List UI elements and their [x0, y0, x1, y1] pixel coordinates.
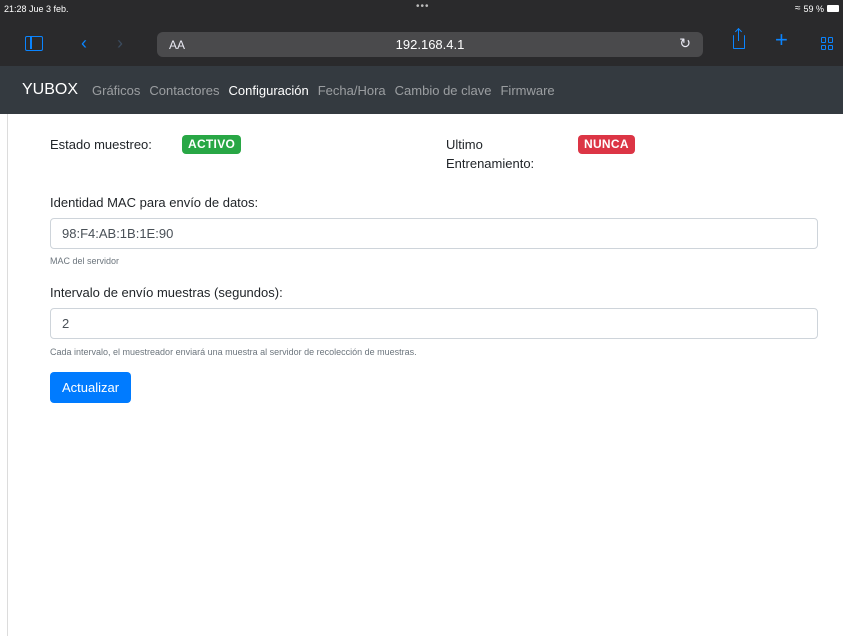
wifi-icon: ≈ — [794, 3, 801, 14]
last-training-badge: NUNCA — [578, 135, 635, 154]
nav-link-fecha-hora[interactable]: Fecha/Hora — [318, 83, 386, 98]
page-left-edge — [0, 114, 8, 636]
status-right: ≈ 59 % — [795, 3, 839, 14]
back-chevron-icon[interactable]: ‹ — [81, 33, 87, 53]
browser-chrome: 21:28 Jue 3 feb. ••• ≈ 59 % ‹ › AA 192.1… — [0, 0, 843, 66]
last-training-label-line1: Ultimo — [446, 137, 483, 152]
url-text[interactable]: 192.168.4.1 — [157, 37, 703, 52]
new-tab-plus-icon[interactable]: + — [775, 29, 788, 51]
update-button[interactable]: Actualizar — [50, 372, 132, 403]
address-bar[interactable]: AA 192.168.4.1 ↻ — [157, 32, 703, 57]
mac-help-text: MAC del servidor — [50, 256, 120, 266]
battery-icon — [827, 5, 839, 12]
interval-help-text: Cada intervalo, el muestreador enviará u… — [50, 347, 417, 357]
app-navbar: YUBOX Gráficos Contactores Configuración… — [0, 66, 843, 114]
nav-link-configuracion[interactable]: Configuración — [229, 83, 309, 98]
status-bar: 21:28 Jue 3 feb. ••• ≈ 59 % — [0, 0, 843, 20]
nav-link-cambio-clave[interactable]: Cambio de clave — [395, 83, 492, 98]
nav-link-contactores[interactable]: Contactores — [149, 83, 219, 98]
last-training-label-line2: Entrenamiento: — [446, 156, 535, 171]
interval-input[interactable] — [50, 308, 818, 339]
sampling-status-badge: ACTIVO — [182, 135, 242, 154]
forward-chevron-icon[interactable]: › — [117, 33, 123, 53]
mac-label: Identidad MAC para envío de datos: — [50, 195, 259, 210]
interval-label: Intervalo de envío muestras (segundos): — [50, 285, 283, 300]
reload-icon[interactable]: ↻ — [679, 35, 691, 52]
status-time: 21:28 Jue 3 feb. — [4, 4, 69, 14]
brand-logo-link[interactable]: YUBOX — [22, 81, 78, 99]
nav-link-firmware[interactable]: Firmware — [500, 83, 554, 98]
multitasking-dots[interactable]: ••• — [416, 1, 430, 12]
tab-overview-icon[interactable] — [821, 37, 834, 50]
share-icon[interactable] — [733, 29, 745, 49]
nav-link-graficos[interactable]: Gráficos — [92, 83, 140, 98]
sidebar-toggle-icon[interactable] — [25, 36, 43, 51]
battery-percent: 59 % — [803, 3, 824, 14]
mac-input[interactable] — [50, 218, 818, 249]
sampling-status-label: Estado muestreo: — [50, 137, 152, 152]
